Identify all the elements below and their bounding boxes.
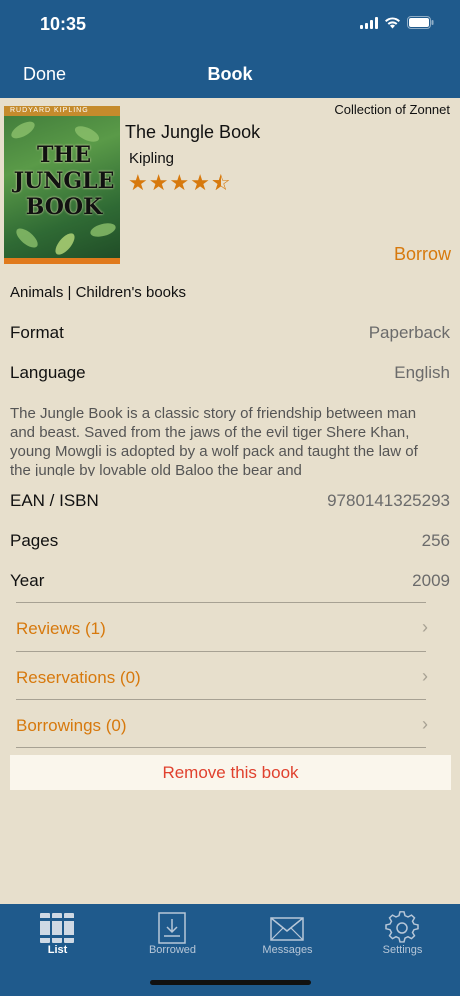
star-full-icon: ★ xyxy=(148,170,170,195)
detail-label: Year xyxy=(10,571,45,590)
borrow-button[interactable]: Borrow xyxy=(394,244,451,265)
page-title: Book xyxy=(207,64,253,84)
tab-messages[interactable]: Messages xyxy=(230,904,345,964)
detail-row-isbn: EAN / ISBN 9780141325293 xyxy=(10,487,450,517)
tab-list[interactable]: List xyxy=(0,904,115,964)
detail-value: 256 xyxy=(421,531,450,550)
divider xyxy=(16,747,426,748)
reservations-link[interactable]: Reservations (0) › xyxy=(16,651,428,699)
detail-row-format: Format Paperback xyxy=(10,319,450,349)
chevron-right-icon: › xyxy=(422,666,428,686)
home-indicator xyxy=(150,980,311,985)
detail-value: Paperback xyxy=(368,323,450,342)
battery-icon xyxy=(407,16,434,34)
book-description: The Jungle Book is a classic story of fr… xyxy=(10,405,418,476)
detail-row-language: Language English xyxy=(10,359,450,389)
detail-value: 2009 xyxy=(412,571,450,590)
tab-label: Borrowed xyxy=(148,944,197,956)
tab-settings[interactable]: Settings xyxy=(345,904,460,964)
gear-icon xyxy=(383,910,421,944)
detail-value: 9780141325293 xyxy=(327,491,450,510)
status-bar: 10:35 xyxy=(0,0,460,50)
chevron-right-icon: › xyxy=(422,617,428,637)
book-cover-image: RUDYARD KIPLING THE JUNGLE BOOK xyxy=(4,106,120,264)
books-icon xyxy=(38,910,76,944)
book-author: Kipling xyxy=(129,150,175,167)
cover-author-text: RUDYARD KIPLING xyxy=(10,107,89,114)
rating-stars: ★★★★☆★ xyxy=(128,170,232,196)
star-full-icon: ★ xyxy=(128,170,149,195)
detail-label: EAN / ISBN xyxy=(10,491,99,510)
tray-download-icon xyxy=(153,910,191,944)
chevron-right-icon: › xyxy=(422,714,428,734)
detail-row-pages: Pages 256 xyxy=(10,527,450,557)
borrowings-link[interactable]: Borrowings (0) › xyxy=(16,699,428,747)
tab-label: Messages xyxy=(262,944,313,956)
star-half-icon: ☆★ xyxy=(210,170,232,195)
book-title: The Jungle Book xyxy=(125,122,261,142)
reviews-link[interactable]: Reviews (1) › xyxy=(16,602,428,650)
detail-row-year: Year 2009 xyxy=(10,567,450,597)
status-icons xyxy=(360,16,434,34)
tab-borrowed[interactable]: Borrowed xyxy=(115,904,230,964)
detail-label: Format xyxy=(10,323,64,342)
detail-value: English xyxy=(394,363,450,382)
status-time: 10:35 xyxy=(40,14,87,34)
remove-book-button[interactable]: Remove this book xyxy=(10,755,451,790)
tab-label: Settings xyxy=(382,944,423,956)
envelope-icon xyxy=(268,910,306,944)
signal-icon xyxy=(360,16,378,34)
book-categories: Animals | Children's books xyxy=(10,284,187,301)
cover-title-text: THE JUNGLE BOOK xyxy=(13,142,115,220)
star-full-icon: ★ xyxy=(190,170,211,195)
collection-name: Collection of Zonnet xyxy=(334,102,450,117)
star-full-icon: ★ xyxy=(169,170,191,195)
borrowings-label: Borrowings (0) xyxy=(16,716,127,735)
detail-label: Pages xyxy=(10,531,59,550)
book-detail: RUDYARD KIPLING THE JUNGLE BOOK Collecti… xyxy=(0,98,460,904)
detail-label: Language xyxy=(10,363,86,382)
reservations-label: Reservations (0) xyxy=(16,668,141,687)
navigation-bar: Done Book xyxy=(0,50,460,98)
wifi-icon xyxy=(384,16,401,34)
tab-label: List xyxy=(47,944,68,956)
reviews-label: Reviews (1) xyxy=(16,619,106,638)
